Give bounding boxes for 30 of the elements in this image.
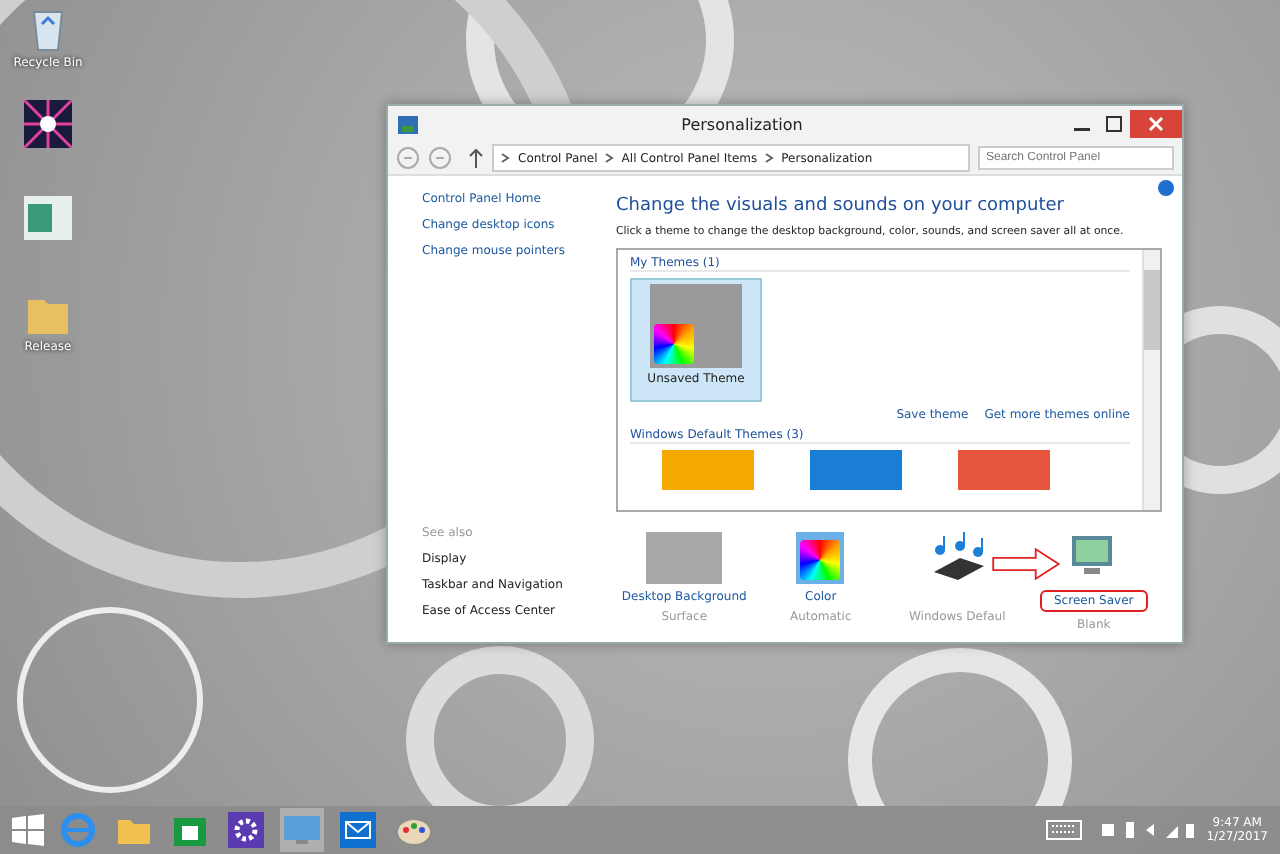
close-icon	[1148, 116, 1164, 132]
mail-icon	[340, 812, 376, 848]
shopping-bag-icon	[172, 812, 208, 848]
close-button[interactable]	[1130, 110, 1182, 138]
chevron-icon	[500, 152, 512, 164]
chevron-icon	[603, 152, 616, 164]
taskbar-button[interactable]	[336, 808, 380, 852]
scrollbar[interactable]	[1142, 250, 1160, 510]
pointing-arrow-icon	[992, 548, 1060, 580]
taskbar-button[interactable]	[224, 808, 268, 852]
theme-thumbnail[interactable]	[958, 450, 1050, 490]
maximize-icon	[1106, 116, 1122, 132]
windows-logo-icon[interactable]	[12, 814, 44, 846]
theme-thumbnail[interactable]	[662, 450, 754, 490]
help-icon[interactable]	[1158, 180, 1174, 196]
theme-preview-drawing	[650, 284, 742, 368]
page-heading: Change the visuals and sounds on your computer	[616, 196, 1066, 216]
up-arrow-icon[interactable]	[468, 148, 484, 168]
colorful-app-icon[interactable]	[24, 100, 72, 148]
e-logo-icon	[60, 812, 96, 848]
keyboard-icon[interactable]	[1046, 820, 1083, 840]
window-screenshot-icon[interactable]	[24, 196, 72, 240]
control-panel-icon	[398, 115, 418, 133]
chevron-icon	[763, 152, 776, 164]
monitor-icon	[282, 814, 322, 846]
theme-thumbnail[interactable]	[810, 450, 902, 490]
window-title: Personalization	[679, 115, 805, 133]
gear-icon	[228, 812, 264, 848]
color-palette-icon[interactable]	[796, 532, 845, 584]
wallpaper-thumbnail[interactable]	[646, 532, 723, 584]
